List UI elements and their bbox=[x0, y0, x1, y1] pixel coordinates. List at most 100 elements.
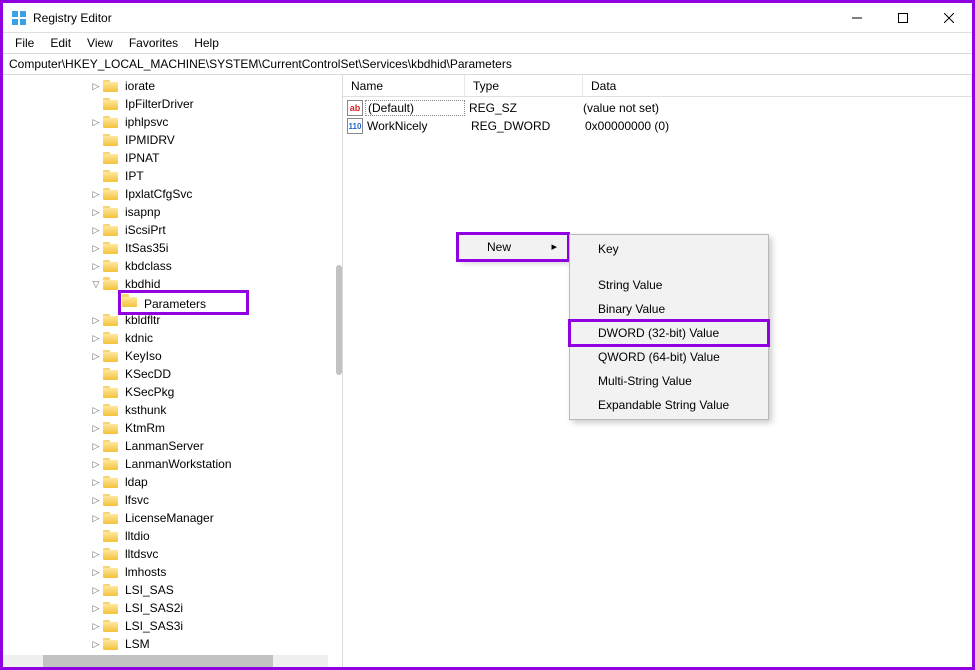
column-header-name[interactable]: Name bbox=[343, 75, 465, 96]
maximize-button[interactable] bbox=[880, 3, 926, 33]
tree-item-label: IPNAT bbox=[123, 151, 161, 165]
tree-item-label: LSI_SAS bbox=[123, 583, 176, 597]
context-menu-item[interactable]: QWORD (64-bit) Value bbox=[570, 345, 768, 369]
tree-item[interactable]: ▷iphlpsvc bbox=[3, 113, 342, 131]
tree-item[interactable]: KSecPkg bbox=[3, 383, 342, 401]
tree-item[interactable]: ▷lmhosts bbox=[3, 563, 342, 581]
tree-item[interactable]: ▷ kdnic bbox=[3, 329, 342, 347]
tree-item[interactable]: ▽kbdhid bbox=[3, 275, 342, 293]
context-menu-new[interactable]: New bbox=[459, 235, 567, 259]
expand-icon[interactable]: ▷ bbox=[89, 187, 103, 201]
tree-scrollbar-horizontal[interactable] bbox=[3, 655, 328, 667]
tree-item[interactable]: ▷LanmanWorkstation bbox=[3, 455, 342, 473]
tree-item[interactable]: ▷LicenseManager bbox=[3, 509, 342, 527]
tree-item[interactable]: ▷ KtmRm bbox=[3, 419, 342, 437]
close-button[interactable] bbox=[926, 3, 972, 33]
tree-item[interactable]: ▷kbdclass bbox=[3, 257, 342, 275]
context-menu-item[interactable]: Key bbox=[570, 237, 768, 261]
values-list[interactable]: ab(Default)REG_SZ(value not set)110WorkN… bbox=[343, 97, 972, 135]
tree-item[interactable]: ▷LanmanServer bbox=[3, 437, 342, 455]
column-header-data[interactable]: Data bbox=[583, 75, 972, 96]
tree-item[interactable]: Parameters bbox=[3, 293, 342, 311]
tree-item[interactable]: ▷lltdsvc bbox=[3, 545, 342, 563]
value-row[interactable]: 110WorkNicelyREG_DWORD0x00000000 (0) bbox=[343, 117, 972, 135]
column-header-type[interactable]: Type bbox=[465, 75, 583, 96]
value-data: 0x00000000 (0) bbox=[585, 119, 972, 133]
tree-item[interactable]: ▷LSI_SAS2i bbox=[3, 599, 342, 617]
context-menu-item[interactable]: String Value bbox=[570, 273, 768, 297]
expand-icon[interactable]: ▷ bbox=[89, 601, 103, 615]
tree-item[interactable]: ▷LSI_SAS3i bbox=[3, 617, 342, 635]
context-menu-item[interactable]: DWORD (32-bit) Value bbox=[570, 321, 768, 345]
expand-icon[interactable]: ▷ bbox=[89, 313, 103, 327]
tree-item[interactable]: ▷LSM bbox=[3, 635, 342, 653]
tree-item-label: kdnic bbox=[123, 331, 155, 345]
folder-icon bbox=[103, 241, 119, 255]
expand-icon[interactable]: ▷ bbox=[89, 547, 103, 561]
expand-icon[interactable]: ▷ bbox=[89, 421, 103, 435]
tree-item[interactable]: ▷ LSI_SAS bbox=[3, 581, 342, 599]
menu-help[interactable]: Help bbox=[186, 34, 227, 52]
tree-item[interactable]: ▷iScsiPrt bbox=[3, 221, 342, 239]
expand-icon[interactable]: ▷ bbox=[89, 637, 103, 651]
expand-icon[interactable]: ▷ bbox=[89, 331, 103, 345]
folder-icon bbox=[103, 547, 119, 561]
tree-item[interactable]: ▷ldap bbox=[3, 473, 342, 491]
context-menu-item[interactable]: Binary Value bbox=[570, 297, 768, 321]
value-row[interactable]: ab(Default)REG_SZ(value not set) bbox=[343, 99, 972, 117]
tree-item[interactable]: IPMIDRV bbox=[3, 131, 342, 149]
tree-item-label: KtmRm bbox=[123, 421, 167, 435]
expand-icon[interactable]: ▷ bbox=[89, 511, 103, 525]
expand-icon[interactable]: ▷ bbox=[89, 115, 103, 129]
context-menu-item[interactable]: Multi-String Value bbox=[570, 369, 768, 393]
expand-icon[interactable]: ▷ bbox=[89, 205, 103, 219]
tree-item[interactable]: ▷isapnp bbox=[3, 203, 342, 221]
tree-item[interactable]: IpFilterDriver bbox=[3, 95, 342, 113]
folder-icon bbox=[103, 187, 119, 201]
expand-icon[interactable]: ▷ bbox=[89, 457, 103, 471]
tree-scrollbar-vertical[interactable] bbox=[336, 265, 342, 375]
folder-icon bbox=[103, 403, 119, 417]
context-submenu-new: Key String ValueBinary ValueDWORD (32-bit… bbox=[569, 234, 769, 420]
tree-item[interactable]: KSecDD bbox=[3, 365, 342, 383]
string-value-icon: ab bbox=[347, 100, 363, 116]
expand-icon[interactable]: ▷ bbox=[89, 223, 103, 237]
tree-item[interactable]: ▷lfsvc bbox=[3, 491, 342, 509]
registry-tree[interactable]: ▷iorateIpFilterDriver▷iphlpsvcIPMIDRV IPN… bbox=[3, 77, 342, 667]
folder-icon bbox=[103, 277, 119, 291]
tree-item-label: IpxlatCfgSvc bbox=[123, 187, 194, 201]
expand-icon[interactable]: ▷ bbox=[89, 583, 103, 597]
tree-item[interactable]: ▷KeyIso bbox=[3, 347, 342, 365]
expand-icon[interactable]: ▷ bbox=[89, 241, 103, 255]
address-bar[interactable]: Computer\HKEY_LOCAL_MACHINE\SYSTEM\Curre… bbox=[3, 53, 972, 75]
expand-icon[interactable]: ▷ bbox=[89, 619, 103, 633]
menu-file[interactable]: File bbox=[7, 34, 42, 52]
expand-icon[interactable]: ▷ bbox=[89, 565, 103, 579]
folder-icon bbox=[103, 385, 119, 399]
tree-item[interactable]: ▷ItSas35i bbox=[3, 239, 342, 257]
folder-icon bbox=[103, 115, 119, 129]
expand-icon[interactable]: ▷ bbox=[89, 493, 103, 507]
menu-favorites[interactable]: Favorites bbox=[121, 34, 186, 52]
tree-item[interactable]: ▷ksthunk bbox=[3, 401, 342, 419]
menu-edit[interactable]: Edit bbox=[42, 34, 79, 52]
expand-icon[interactable]: ▷ bbox=[89, 439, 103, 453]
collapse-icon[interactable]: ▽ bbox=[89, 277, 103, 291]
folder-icon bbox=[103, 367, 119, 381]
folder-icon bbox=[103, 493, 119, 507]
expand-icon[interactable]: ▷ bbox=[89, 259, 103, 273]
expand-icon[interactable]: ▷ bbox=[89, 79, 103, 93]
expand-icon[interactable]: ▷ bbox=[89, 349, 103, 363]
folder-icon bbox=[103, 313, 119, 327]
minimize-button[interactable] bbox=[834, 3, 880, 33]
tree-item[interactable]: ▷kbldfltr bbox=[3, 311, 342, 329]
context-menu-item[interactable]: Expandable String Value bbox=[570, 393, 768, 417]
menu-view[interactable]: View bbox=[79, 34, 121, 52]
tree-item[interactable]: IPT bbox=[3, 167, 342, 185]
expand-icon[interactable]: ▷ bbox=[89, 403, 103, 417]
tree-item[interactable]: ▷iorate bbox=[3, 77, 342, 95]
tree-item[interactable]: lltdio bbox=[3, 527, 342, 545]
expand-icon[interactable]: ▷ bbox=[89, 475, 103, 489]
tree-item[interactable]: ▷ IpxlatCfgSvc bbox=[3, 185, 342, 203]
tree-item[interactable]: IPNAT bbox=[3, 149, 342, 167]
